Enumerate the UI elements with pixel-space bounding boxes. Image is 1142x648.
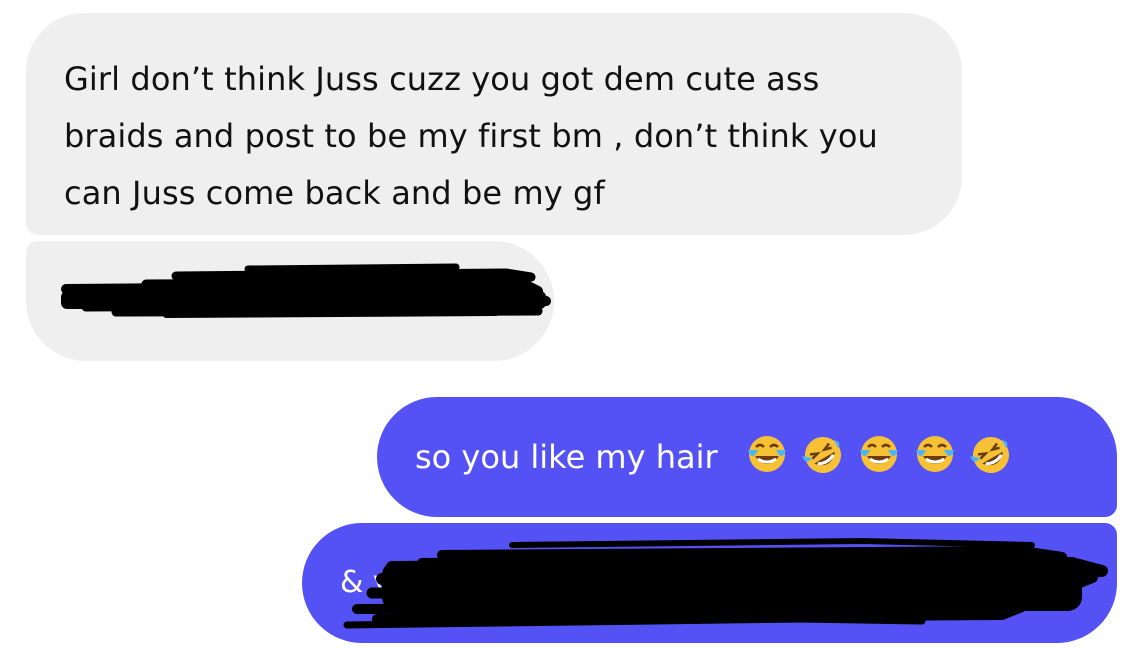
message-text: & yo — [340, 565, 410, 600]
message-text: Girl don’t think Juss cuzz you got dem c… — [64, 60, 878, 212]
face-with-tears-of-joy-icon — [747, 436, 786, 472]
outgoing-message-bubble-redacted[interactable]: & yo — [302, 523, 1117, 643]
rolling-on-the-floor-laughing-icon — [801, 437, 841, 473]
redaction-scribble — [343, 538, 1108, 629]
face-with-tears-of-joy-icon — [859, 436, 898, 472]
message-text: so you like my hair — [415, 438, 718, 476]
incoming-message-bubble-redacted[interactable] — [26, 241, 554, 361]
incoming-message-bubble[interactable]: Girl don’t think Juss cuzz you got dem c… — [26, 13, 962, 235]
redaction-scribble — [61, 263, 551, 318]
outgoing-message-bubble[interactable]: so you like my hair — [377, 397, 1117, 517]
face-with-tears-of-joy-icon — [915, 436, 954, 472]
rolling-on-the-floor-laughing-icon — [969, 437, 1009, 473]
